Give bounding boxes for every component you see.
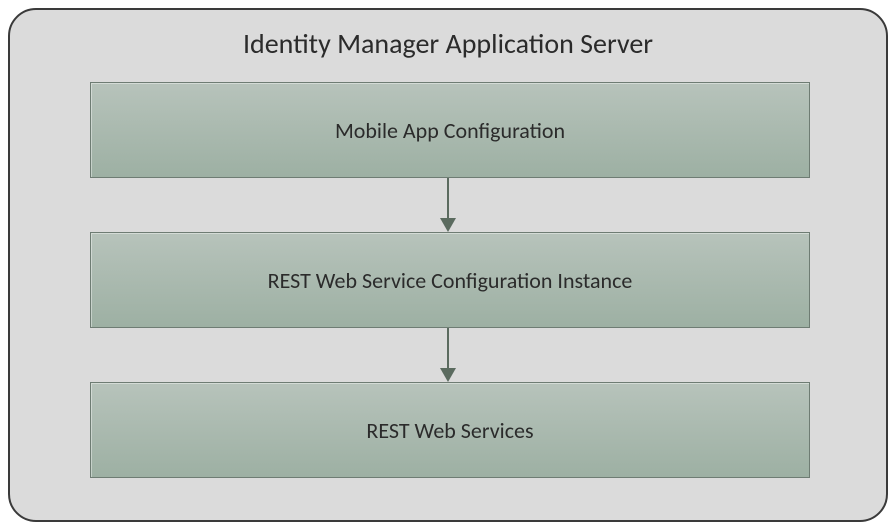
arrow-icon — [440, 328, 456, 382]
arrow-shaft — [447, 328, 449, 368]
node-label: REST Web Service Configuration Instance — [268, 267, 633, 294]
container-title: Identity Manager Application Server — [10, 26, 886, 61]
node-label: Mobile App Configuration — [335, 117, 565, 144]
arrow-shaft — [447, 178, 449, 218]
node-label: REST Web Services — [366, 417, 533, 444]
arrow-head-icon — [440, 218, 456, 232]
node-mobile-app-config: Mobile App Configuration — [90, 82, 810, 178]
arrow-head-icon — [440, 368, 456, 382]
app-server-container: Identity Manager Application Server Mobi… — [8, 8, 888, 522]
node-rest-config-instance: REST Web Service Configuration Instance — [90, 232, 810, 328]
node-rest-web-services: REST Web Services — [90, 382, 810, 478]
arrow-icon — [440, 178, 456, 232]
